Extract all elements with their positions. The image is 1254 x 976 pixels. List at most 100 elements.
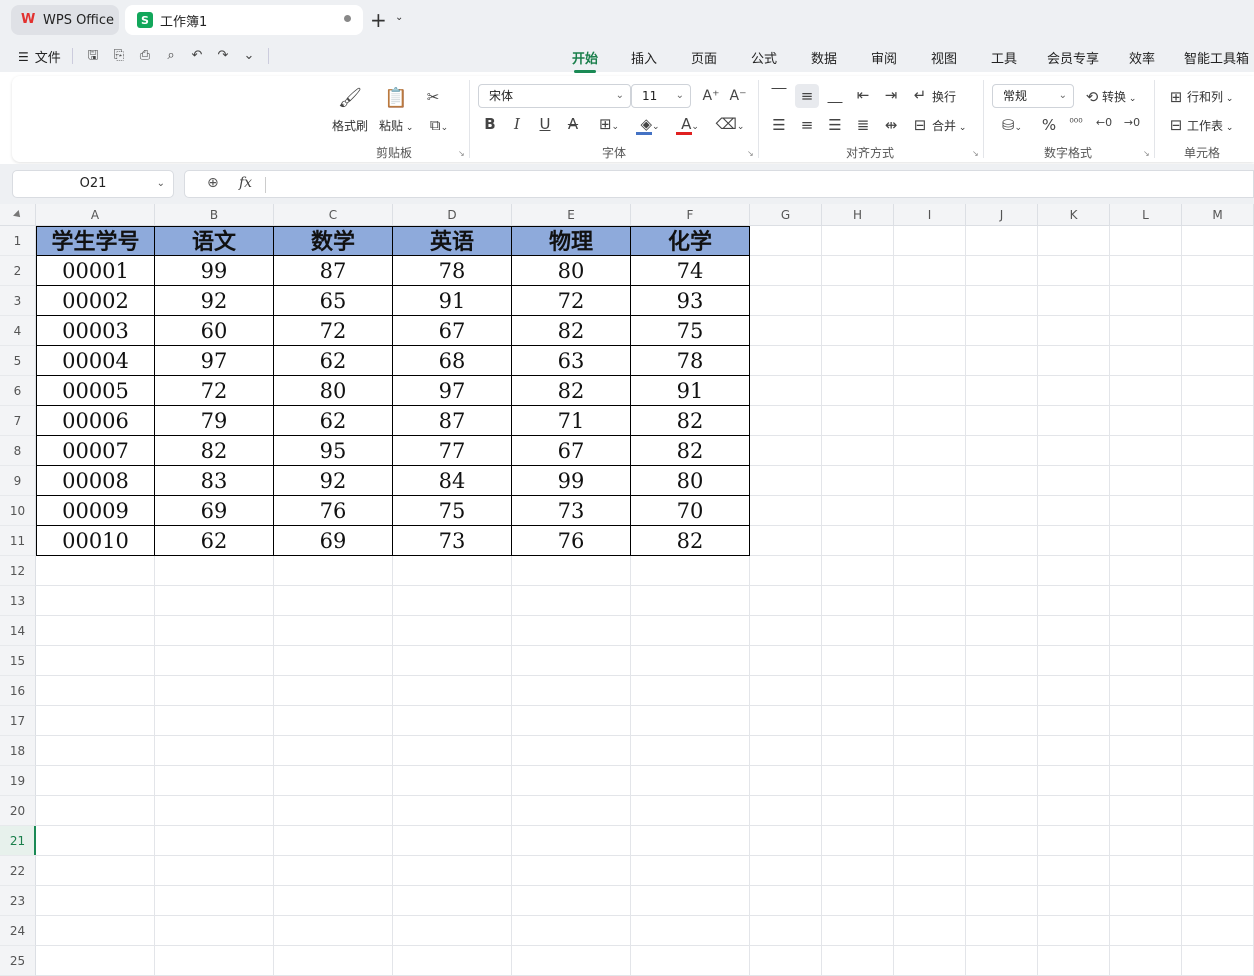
table-cell[interactable]: 72	[512, 286, 631, 316]
chevron-down-icon[interactable]: ⌄	[241, 48, 257, 64]
eraser-icon[interactable]: ⌫⌄	[714, 115, 746, 133]
table-cell[interactable]: 67	[512, 436, 631, 466]
table-cell[interactable]: 62	[155, 526, 274, 556]
table-cell[interactable]: 76	[274, 496, 393, 526]
table-cell[interactable]: 80	[512, 256, 631, 286]
row-header-15[interactable]: 15	[0, 646, 36, 676]
save-icon[interactable]: 🖫	[85, 48, 101, 64]
currency-icon[interactable]: ⛁⌄	[997, 116, 1027, 134]
table-cell[interactable]: 87	[393, 406, 512, 436]
table-cell[interactable]: 87	[274, 256, 393, 286]
table-cell[interactable]: 00006	[36, 406, 155, 436]
table-cell[interactable]: 62	[274, 406, 393, 436]
column-header-a[interactable]: A	[36, 204, 155, 226]
row-header-5[interactable]: 5	[0, 346, 36, 376]
column-header-f[interactable]: F	[631, 204, 750, 226]
decrease-decimal-icon[interactable]: →0	[1123, 116, 1141, 129]
decrease-font-icon[interactable]: A⁻	[728, 88, 748, 104]
row-header-3[interactable]: 3	[0, 286, 36, 316]
increase-font-icon[interactable]: A⁺	[701, 88, 721, 104]
tab-efficiency[interactable]: 效率	[1129, 48, 1155, 67]
dialog-launcher-icon[interactable]: ↘	[972, 149, 979, 158]
table-cell[interactable]: 80	[631, 466, 750, 496]
print-preview-icon[interactable]: ⌕	[163, 48, 179, 64]
increase-decimal-icon[interactable]: ←0	[1095, 116, 1113, 129]
row-header-7[interactable]: 7	[0, 406, 36, 436]
table-cell[interactable]: 00010	[36, 526, 155, 556]
row-header-12[interactable]: 12	[0, 556, 36, 586]
table-cell[interactable]: 62	[274, 346, 393, 376]
column-header-m[interactable]: M	[1182, 204, 1254, 226]
tab-page[interactable]: 页面	[691, 48, 717, 67]
row-header-9[interactable]: 9	[0, 466, 36, 496]
table-cell[interactable]: 00004	[36, 346, 155, 376]
redo-icon[interactable]: ↷	[215, 48, 231, 64]
merge-cells-icon[interactable]: ⊟	[911, 116, 929, 134]
row-header-16[interactable]: 16	[0, 676, 36, 706]
decrease-indent-icon[interactable]: ⇤	[854, 86, 872, 104]
font-name-select[interactable]: 宋体 ⌄	[478, 84, 631, 108]
worksheet-button[interactable]: 工作表 ⌄	[1187, 117, 1233, 134]
table-cell[interactable]: 67	[393, 316, 512, 346]
tab-smart-toolbox[interactable]: 智能工具箱	[1184, 48, 1249, 67]
row-header-20[interactable]: 20	[0, 796, 36, 826]
align-top-icon[interactable]: ⎺	[770, 86, 788, 104]
row-header-10[interactable]: 10	[0, 496, 36, 526]
table-cell[interactable]: 00003	[36, 316, 155, 346]
table-cell[interactable]: 72	[155, 376, 274, 406]
table-cell[interactable]: 73	[393, 526, 512, 556]
row-header-17[interactable]: 17	[0, 706, 36, 736]
table-cell[interactable]: 77	[393, 436, 512, 466]
row-column-icon[interactable]: ⊞	[1167, 88, 1185, 106]
convert-icon[interactable]: ⟲	[1083, 88, 1101, 106]
table-cell[interactable]: 65	[274, 286, 393, 316]
tab-tools[interactable]: 工具	[991, 48, 1017, 67]
table-cell[interactable]: 70	[631, 496, 750, 526]
table-cell[interactable]: 71	[512, 406, 631, 436]
align-middle-icon[interactable]: ≡	[795, 84, 819, 108]
column-header-l[interactable]: L	[1110, 204, 1182, 226]
table-cell[interactable]: 78	[393, 256, 512, 286]
table-header-cell[interactable]: 学生学号	[36, 226, 155, 256]
spreadsheet-grid[interactable]: ABCDEFGHIJKLM 1 2 3 4 5 6 7 8 9 10 11 12 13 14 15 16 17 1…	[0, 204, 1254, 976]
align-center-icon[interactable]: ≡	[798, 116, 816, 134]
table-cell[interactable]: 00008	[36, 466, 155, 496]
convert-button[interactable]: 转换 ⌄	[1102, 88, 1136, 105]
new-tab-plus-icon[interactable]: +	[370, 8, 387, 32]
table-cell[interactable]: 91	[393, 286, 512, 316]
table-cell[interactable]: 80	[274, 376, 393, 406]
table-cell[interactable]: 72	[274, 316, 393, 346]
row-header-14[interactable]: 14	[0, 616, 36, 646]
fill-color-icon[interactable]: ◈⌄	[634, 115, 666, 133]
table-cell[interactable]: 84	[393, 466, 512, 496]
table-header-cell[interactable]: 英语	[393, 226, 512, 256]
tab-formula[interactable]: 公式	[751, 48, 777, 67]
table-cell[interactable]: 97	[155, 346, 274, 376]
table-cell[interactable]: 60	[155, 316, 274, 346]
table-cell[interactable]: 00005	[36, 376, 155, 406]
worksheet-icon[interactable]: ⊟	[1167, 116, 1185, 134]
fx-icon[interactable]: fx	[239, 175, 252, 191]
table-cell[interactable]: 69	[155, 496, 274, 526]
chevron-down-icon[interactable]: ⌄	[395, 12, 403, 23]
table-cell[interactable]: 75	[631, 316, 750, 346]
dialog-launcher-icon[interactable]: ↘	[458, 149, 465, 158]
justify-icon[interactable]: ≣	[854, 116, 872, 134]
tab-review[interactable]: 审阅	[871, 48, 897, 67]
column-header-h[interactable]: H	[822, 204, 894, 226]
tab-data[interactable]: 数据	[811, 48, 837, 67]
row-header-18[interactable]: 18	[0, 736, 36, 766]
thousands-separator-icon[interactable]: ⁰⁰⁰	[1067, 116, 1085, 129]
align-bottom-icon[interactable]: ⎽	[826, 86, 844, 104]
align-right-icon[interactable]: ☰	[826, 116, 844, 134]
tab-home[interactable]: 开始	[572, 48, 598, 73]
paste-button[interactable]: 粘贴 ⌄	[379, 117, 413, 134]
row-header-8[interactable]: 8	[0, 436, 36, 466]
table-cell[interactable]: 00007	[36, 436, 155, 466]
row-header-21[interactable]: 21	[0, 826, 36, 856]
table-cell[interactable]: 69	[274, 526, 393, 556]
table-cell[interactable]: 82	[155, 436, 274, 466]
tab-workbook[interactable]: S 工作簿1	[125, 5, 363, 35]
column-header-i[interactable]: I	[894, 204, 966, 226]
table-header-cell[interactable]: 物理	[512, 226, 631, 256]
